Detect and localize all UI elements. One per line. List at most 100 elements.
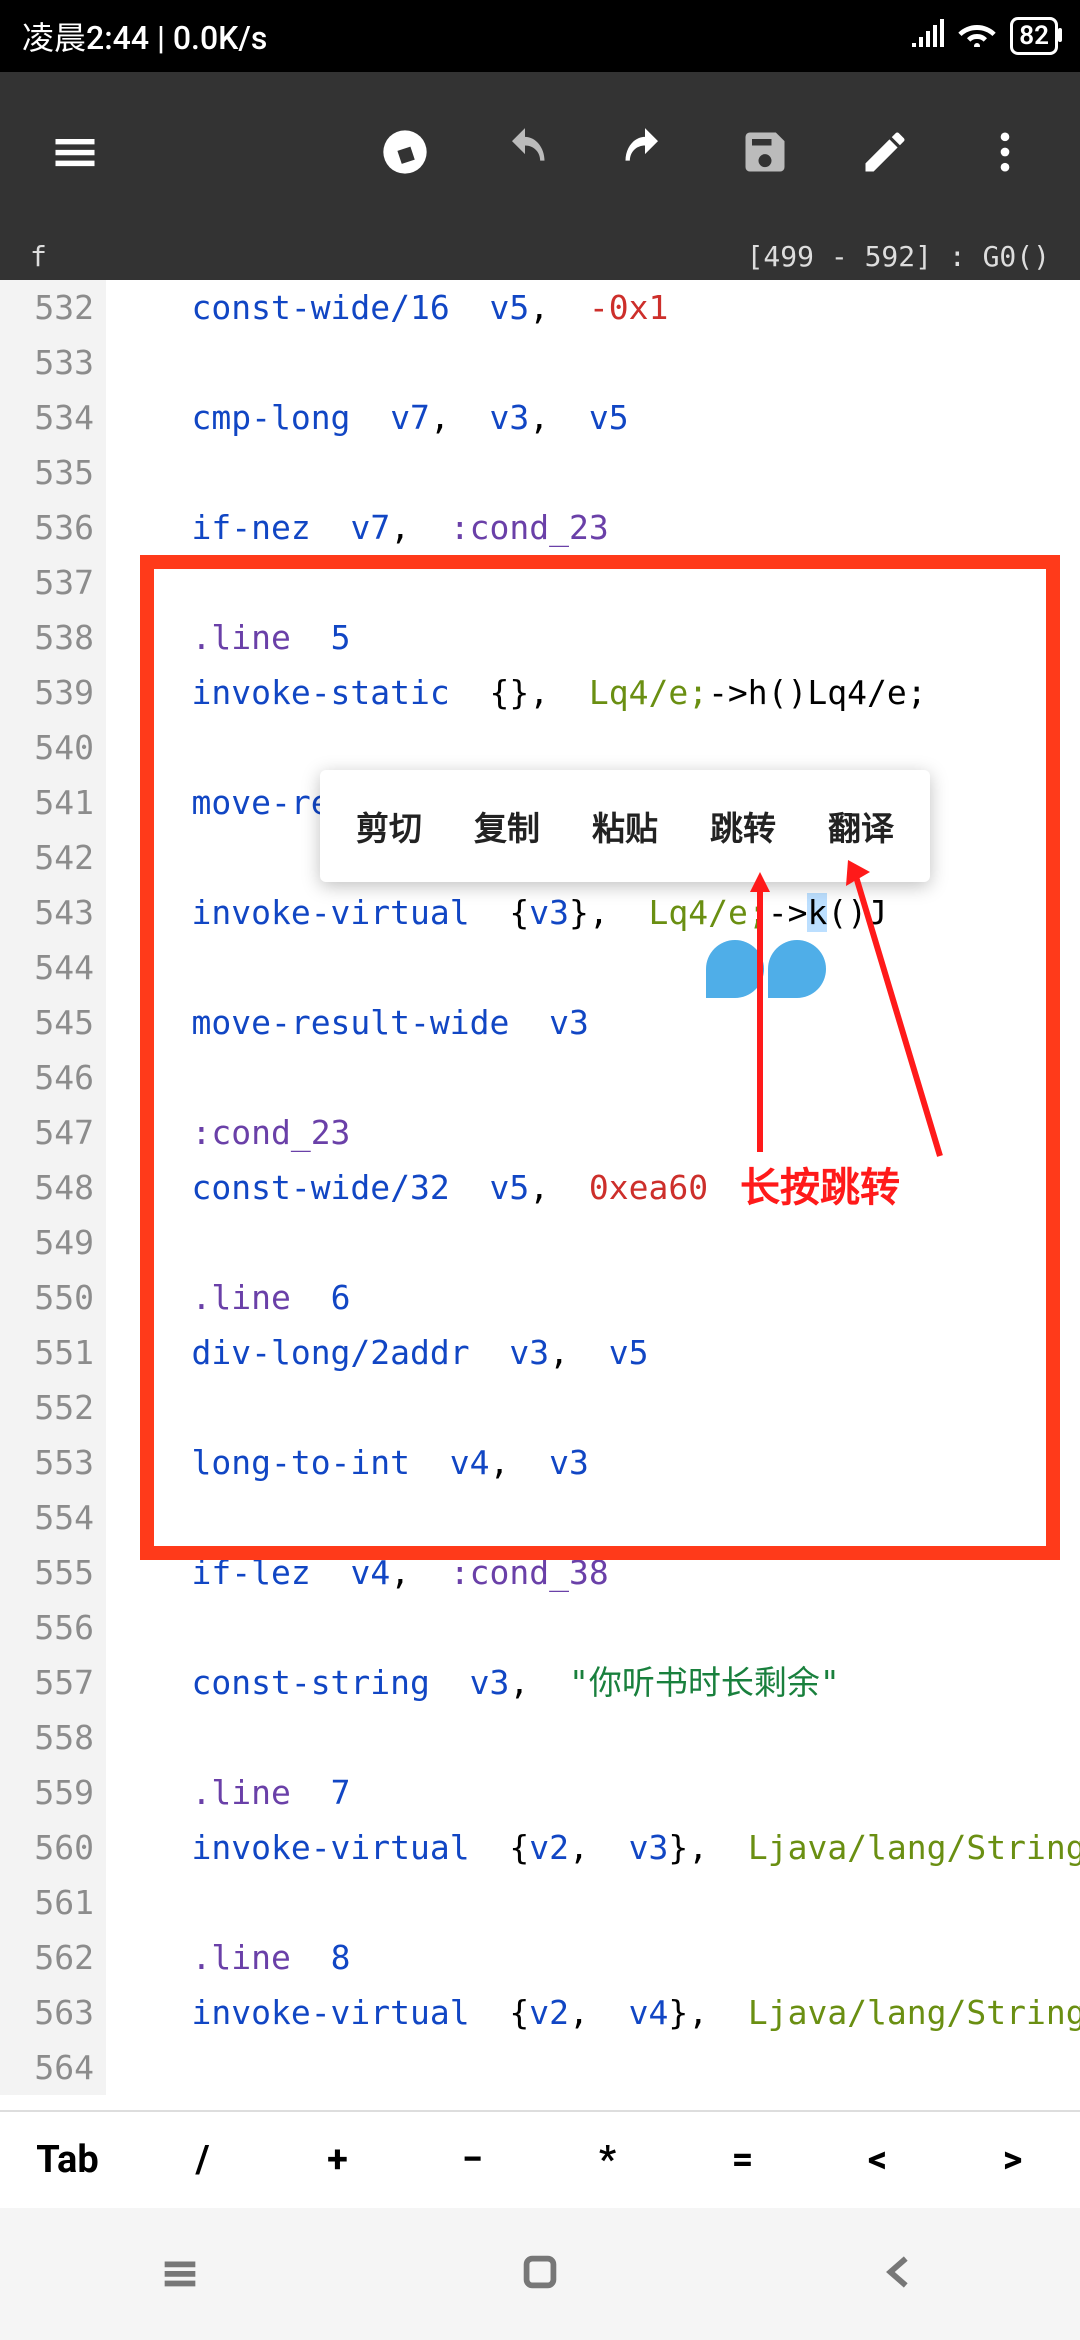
key-6[interactable]: < (810, 2138, 945, 2182)
line-number: 551 (0, 1325, 94, 1380)
selection-handles[interactable] (706, 940, 826, 998)
line-number: 564 (0, 2040, 94, 2095)
line-number: 537 (0, 555, 94, 610)
code-line[interactable]: .line 5 (112, 610, 1080, 665)
selection-handle-left[interactable] (706, 940, 764, 998)
context-menu-item-3[interactable]: 跳转 (684, 788, 802, 864)
line-number: 553 (0, 1435, 94, 1490)
context-menu-item-1[interactable]: 复制 (448, 788, 566, 864)
code-line[interactable]: const-wide/16 v5, -0x1 (112, 280, 1080, 335)
line-number: 544 (0, 940, 94, 995)
edit-button[interactable] (830, 97, 940, 207)
code-line[interactable] (112, 2040, 1080, 2095)
line-number: 535 (0, 445, 94, 500)
line-number: 550 (0, 1270, 94, 1325)
code-line[interactable]: const-wide/32 v5, 0xea60 (112, 1160, 1080, 1215)
line-number: 533 (0, 335, 94, 390)
key-1[interactable]: / (135, 2138, 270, 2182)
symbol-keys: Tab/+−*=<> (0, 2110, 1080, 2208)
line-number: 538 (0, 610, 94, 665)
code-line[interactable]: invoke-virtual {v2, v4}, Ljava/lang/Stri… (112, 1985, 1080, 2040)
nav-back[interactable] (877, 2249, 923, 2299)
info-bar: f [499 - 592] : G0() (0, 232, 1080, 280)
line-number: 548 (0, 1160, 94, 1215)
gutter: 5325335345355365375385395405415425435445… (0, 280, 106, 2095)
context-menu-item-4[interactable]: 翻译 (802, 788, 920, 864)
line-number: 532 (0, 280, 94, 335)
code-line[interactable]: const-string v3, "你听书时长剩余" (112, 1655, 1080, 1710)
status-bar: 凌晨2:44 | 0.0K/s 82 (0, 0, 1080, 72)
context-menu-item-2[interactable]: 粘贴 (566, 788, 684, 864)
code-line[interactable] (112, 1490, 1080, 1545)
line-number: 546 (0, 1050, 94, 1105)
nav-recent[interactable] (157, 2249, 203, 2299)
line-number: 558 (0, 1710, 94, 1765)
code-line[interactable] (112, 445, 1080, 500)
line-number: 552 (0, 1380, 94, 1435)
code-line[interactable]: invoke-virtual {v2, v3}, Ljava/lang/Stri… (112, 1820, 1080, 1875)
code-line[interactable]: invoke-static {}, Lq4/e;->h()Lq4/e; (112, 665, 1080, 720)
code-line[interactable]: .line 7 (112, 1765, 1080, 1820)
code-line[interactable]: :cond_23 (112, 1105, 1080, 1160)
key-0[interactable]: Tab (0, 2138, 135, 2182)
key-3[interactable]: − (405, 2138, 540, 2182)
line-number: 541 (0, 775, 94, 830)
code-line[interactable]: invoke-virtual {v3}, Lq4/e;->k()J (112, 885, 1080, 940)
context-menu-item-0[interactable]: 剪切 (330, 788, 448, 864)
battery-text: 82 (1019, 21, 1049, 51)
code-area[interactable]: const-wide/16 v5, -0x1 cmp-long v7, v3, … (106, 280, 1080, 2095)
nav-home[interactable] (517, 2249, 563, 2299)
code-line[interactable] (112, 940, 1080, 995)
key-2[interactable]: + (270, 2138, 405, 2182)
code-line[interactable]: if-lez v4, :cond_38 (112, 1545, 1080, 1600)
code-line[interactable]: long-to-int v4, v3 (112, 1435, 1080, 1490)
annotation-label: 长按跳转 (740, 1155, 900, 1213)
code-line[interactable]: .line 8 (112, 1930, 1080, 1985)
compass-button[interactable] (350, 97, 460, 207)
line-number: 559 (0, 1765, 94, 1820)
line-number: 545 (0, 995, 94, 1050)
code-line[interactable] (112, 720, 1080, 775)
selection-handle-right[interactable] (768, 940, 826, 998)
code-line[interactable] (112, 1600, 1080, 1655)
line-number: 536 (0, 500, 94, 555)
line-number: 554 (0, 1490, 94, 1545)
code-line[interactable] (112, 1050, 1080, 1105)
code-line[interactable]: div-long/2addr v3, v5 (112, 1325, 1080, 1380)
line-number: 560 (0, 1820, 94, 1875)
line-number: 547 (0, 1105, 94, 1160)
code-line[interactable] (112, 1875, 1080, 1930)
code-line[interactable]: move-result-wide v3 (112, 995, 1080, 1050)
key-4[interactable]: * (540, 2138, 675, 2182)
context-menu: 剪切复制粘贴跳转翻译 (320, 770, 930, 882)
menu-button[interactable] (20, 97, 130, 207)
code-line[interactable] (112, 335, 1080, 390)
key-7[interactable]: > (945, 2138, 1080, 2182)
info-right: [499 - 592] : G0() (747, 240, 1050, 273)
key-5[interactable]: = (675, 2138, 810, 2182)
editor[interactable]: 5325335345355365375385395405415425435445… (0, 280, 1080, 2110)
code-line[interactable] (112, 1710, 1080, 1765)
code-line[interactable] (112, 1215, 1080, 1270)
code-line[interactable] (112, 555, 1080, 610)
line-number: 555 (0, 1545, 94, 1600)
overflow-button[interactable] (950, 97, 1060, 207)
line-number: 534 (0, 390, 94, 445)
undo-button[interactable] (470, 97, 580, 207)
code-line[interactable] (112, 1380, 1080, 1435)
wifi-icon (958, 17, 996, 55)
line-number: 561 (0, 1875, 94, 1930)
save-button[interactable] (710, 97, 820, 207)
code-line[interactable]: if-nez v7, :cond_23 (112, 500, 1080, 555)
code-line[interactable]: .line 6 (112, 1270, 1080, 1325)
line-number: 540 (0, 720, 94, 775)
battery-icon: 82 (1010, 17, 1058, 55)
info-left: f (30, 240, 747, 273)
status-time: 凌晨2:44 | 0.0K/s (22, 13, 910, 59)
redo-button[interactable] (590, 97, 700, 207)
line-number: 563 (0, 1985, 94, 2040)
line-number: 543 (0, 885, 94, 940)
nav-bar (0, 2208, 1080, 2340)
code-line[interactable]: cmp-long v7, v3, v5 (112, 390, 1080, 445)
line-number: 562 (0, 1930, 94, 1985)
